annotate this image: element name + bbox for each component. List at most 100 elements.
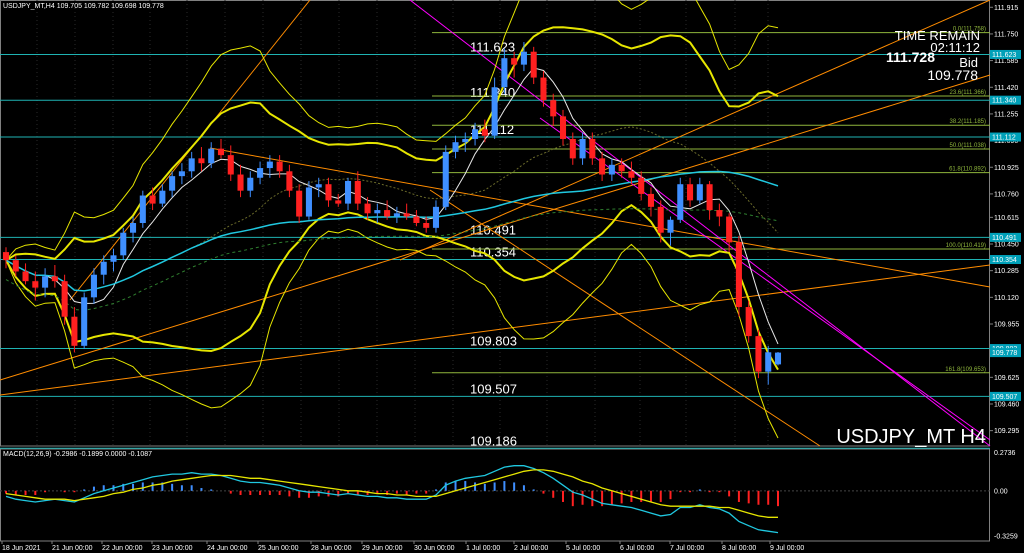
macd-line [5,465,779,534]
level-label: 109.803 [470,334,517,349]
time-tick-label: 8 Jul 00:00 [722,545,756,552]
candle-body [227,155,234,175]
fib-label: 161.8(109.653) [945,367,986,373]
macd-panel [0,465,990,534]
candle-body [178,171,185,177]
price-tick-label: 109.955 [994,321,1019,328]
candle-body [90,274,97,298]
candle-body [423,223,430,228]
candle-body [266,161,273,169]
price-tag-label: 110.354 [992,257,1017,264]
candle-body [550,100,557,117]
symbol-info: USDJPY_MT,H4 109.705 109.782 109.698 109… [3,3,164,10]
chart-window[interactable]: 111.623 111.340 111.112 110.491 110.354 109.8… [0,0,1024,553]
candle-body [149,195,156,204]
candle-body [706,184,713,211]
candle-body [130,223,137,233]
time-tick-label: 18 Jun 2021 [2,545,41,552]
candle-body [687,184,694,201]
channel-line [539,117,991,441]
candle-body [452,142,459,152]
candle-body [32,281,39,288]
fib-label: 23.6(111.366) [950,90,986,96]
candle-body [559,116,567,139]
time-tick-label: 1 Jul 00:00 [466,545,500,552]
candle-body [501,58,508,88]
candle-body [628,171,635,178]
candle-body [520,51,527,65]
price-tick-label: 111.585 [994,58,1018,65]
candle-body [638,177,645,194]
time-tick-label: 5 Jul 00:00 [566,545,600,552]
time-axis: 18 Jun 2021 21 Jun 00:00 22 Jun 00:00 23 Ju… [1,541,804,552]
price-tag-label: 111.112 [992,135,1016,142]
candle-body [569,138,576,159]
price-big: 111.728 [886,49,935,65]
time-tick-label: 23 Jun 00:00 [152,545,193,552]
price-tick-label: 111.420 [994,85,1018,92]
chart-canvas[interactable]: 111.623 111.340 111.112 110.491 110.354 109.8… [0,0,1024,553]
candle-body [51,276,58,282]
time-remain-value: 02:11:12 [930,40,980,55]
candle-body [393,213,400,217]
candle-body [462,138,469,143]
candle-body [511,58,518,65]
candle-body [413,216,420,223]
candle-body [472,129,479,139]
candle-body [579,138,586,159]
candle-body [100,261,107,275]
candle-body [296,190,303,217]
candle-body [745,307,752,337]
candle-body [198,158,205,164]
time-tick-label: 28 Jun 00:00 [311,545,352,552]
fib-label: 38.2(111.185) [950,119,986,125]
price-tick-label: 109.460 [994,401,1019,408]
candle-body [384,210,391,217]
candle-body [276,161,283,172]
candle-body [657,206,664,233]
candle-body [735,242,742,308]
candle-body [716,210,723,217]
price-tick-label: 111.750 [994,31,1018,38]
time-tick-label: 30 Jun 00:00 [414,545,455,552]
macd-label: MACD(12,26,9) -0.2986 -0.1899 0.0000 -0.… [3,451,152,458]
candle-body [774,352,782,365]
candle-body [335,200,342,204]
macd-panel-border [0,448,990,542]
price-tick-label: 109.295 [994,428,1019,435]
time-tick-label: 21 Jun 00:00 [52,545,93,552]
candle-body [589,138,596,159]
symbol-watermark: USDJPY_MT H4 [836,426,986,448]
candle-body [677,184,684,220]
candle-body [286,171,293,191]
price-tag-label: 109.507 [992,394,1017,401]
candle-body [159,190,166,204]
candle-body [696,184,703,201]
price-tick-label: 111.915 [994,5,1018,12]
price-tick-label: 110.760 [994,191,1019,198]
candle-body [442,151,449,207]
macd-tick-label: 0.2736 [994,450,1016,457]
price-tag-label: 111.340 [992,98,1016,105]
time-tick-label: 7 Jul 00:00 [670,545,704,552]
fib-label: 100.0(110.419) [946,243,986,249]
macd-tick-label: -0.3259 [994,534,1018,541]
candle-body [237,174,244,191]
candle-body [354,180,361,204]
time-tick-label: 24 Jun 00:00 [207,545,248,552]
candles [2,42,782,385]
fib-label: 50.0(111.038) [950,143,986,149]
candle-body [432,206,440,228]
candle-body [344,180,352,204]
candle-body [169,176,176,191]
candle-body [217,148,225,156]
price-tick-label: 110.615 [994,215,1019,222]
price-axis: 111.915111.750111.585111.420111.255111.0… [990,5,1019,541]
candle-body [364,203,371,214]
time-tick-label: 9 Jul 00:00 [770,545,804,552]
candle-body [403,213,410,217]
candle-body [647,193,654,207]
candle-body [315,184,322,188]
time-tick-label: 29 Jun 00:00 [362,545,403,552]
price-tick-label: 111.255 [994,111,1018,118]
